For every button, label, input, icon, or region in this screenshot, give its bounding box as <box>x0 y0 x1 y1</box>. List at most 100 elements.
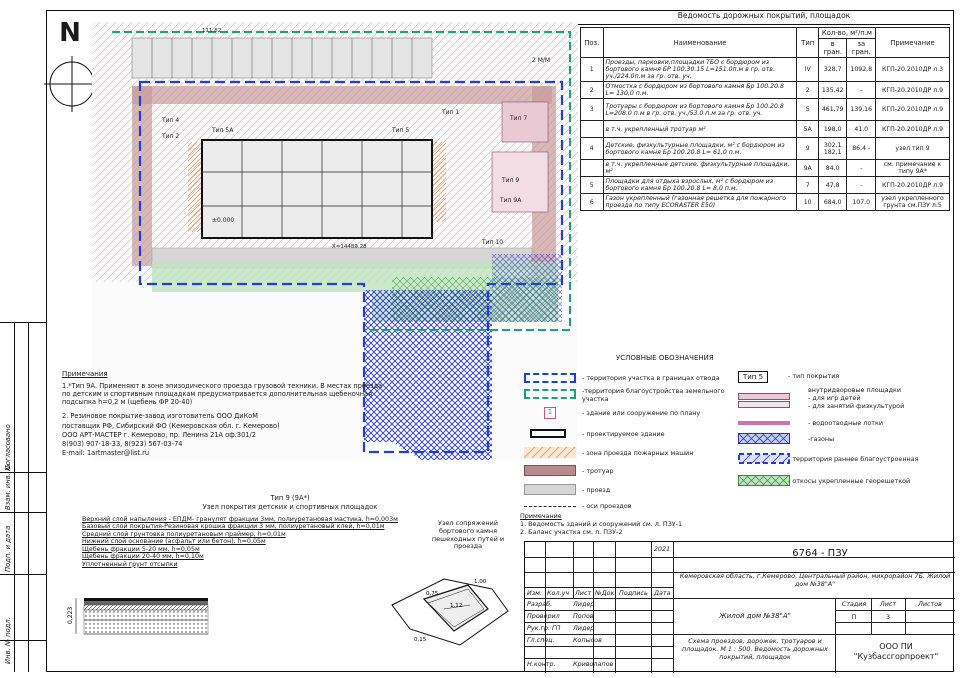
tb-code: 6764 - ПЗУ <box>792 548 848 559</box>
stamp-replace: Взам. инв. № <box>4 463 12 510</box>
tb-col: Лист <box>575 589 592 597</box>
note-item: E-mail: 1artmaster@list.ru <box>62 449 150 458</box>
road-cell-out: 139,16 <box>846 98 877 121</box>
tb-stage: П <box>851 613 857 621</box>
tb-role: Проверил <box>527 612 560 620</box>
note-item: ООО АРТ-МАСТЕР г. Кемерово, пр. Ленина 2… <box>62 430 256 439</box>
road-cell-note: КГП-20.2010ДР л.3 <box>875 57 950 82</box>
svg-text:Тип 4: Тип 4 <box>161 117 179 124</box>
road-cell-in: 684,0 <box>817 193 848 211</box>
tb-sheet-label: Лист <box>879 600 897 608</box>
note-item: 8(903) 907-18-33, 8(923) 567-03-74 <box>62 440 183 449</box>
road-cell-pos: 3 <box>580 98 604 121</box>
tb-line <box>525 634 955 635</box>
stamp-inventory: Инв. № подл. <box>4 617 12 664</box>
tb-sheet: 3 <box>885 613 891 621</box>
legend-swatch <box>738 401 790 408</box>
svg-text:Тип 7: Тип 7 <box>509 115 527 122</box>
node-dim: 0,15 <box>414 637 427 643</box>
tb-person: Криволапов <box>573 660 614 668</box>
legend-swatch <box>524 447 576 458</box>
svg-text:Тип 10: Тип 10 <box>481 239 503 246</box>
layer-item: Щебень фракции 5-20 мм, h=0,05м <box>82 545 200 553</box>
legend-label: - тип покрытия <box>788 372 840 380</box>
legend-swatch <box>524 465 576 476</box>
layer-item: Уплотненный грунт отсыпки <box>82 560 178 568</box>
col-qty: Кол-во, м²/п.м <box>817 27 877 39</box>
legend-swatch <box>738 393 790 400</box>
legend-label: - проектируемое здание <box>582 430 665 438</box>
road-cell-in: 302,1 182,1 <box>817 137 848 160</box>
road-cell-note: см. примечание к типу 9А* <box>875 159 950 177</box>
layer-list: Верхний слой напыления - ЕПДМ- гранулят … <box>82 516 412 568</box>
road-cell-type: 9А <box>796 159 819 177</box>
legend-title: УСЛОВНЫЕ ОБОЗНАЧЕНИЯ <box>616 354 714 362</box>
road-cell-note: КГП-20.2010ДР л.9 <box>875 98 950 121</box>
road-cell-pos <box>580 159 604 177</box>
tb-stage-label: Стадия <box>841 600 867 608</box>
road-cell-in: 135,42 <box>817 81 848 99</box>
tb-line <box>835 622 955 623</box>
notes-header: Примечания <box>62 370 108 378</box>
svg-text:Тип 9А: Тип 9А <box>499 197 522 204</box>
plan-elevation-label: 111.82 <box>202 28 221 34</box>
road-cell-out: 86,4 - <box>846 137 877 160</box>
layer-item: Нижний слой основание (асфальт или бетон… <box>82 538 266 546</box>
legend-label: - водоотводные лотки <box>808 419 883 427</box>
tb-col: Дата <box>654 589 671 597</box>
tb-role: Н.контр. <box>527 660 556 668</box>
legend-swatch <box>738 433 790 444</box>
road-cell-pos <box>580 120 604 138</box>
legend-label: - здание или сооружение по плану <box>582 409 701 417</box>
road-table-row: 2 Отмостка с бордюром из бортового камня … <box>580 81 950 99</box>
road-cell-note: узел укрепленного грунта см.ПЗУ л.5 <box>875 193 950 211</box>
layer-section-drawing: 0,223 <box>67 598 209 635</box>
road-table-row: 1 Проезды, парковки,площадки ТБО с бордюр… <box>580 57 950 82</box>
road-table-row: в т.ч. укрепленный тротуар м² 5А 198,0 41,0… <box>580 120 950 138</box>
side-divider <box>28 322 29 672</box>
legend-label: - откосы укрепленные георешеткой <box>788 477 911 485</box>
col-type: Тип <box>796 27 819 58</box>
col-qty-out: за гран. <box>846 38 877 58</box>
tb-role: Рук.гр. ГП <box>527 624 561 632</box>
legend-swatch <box>524 389 576 399</box>
tb-object: Жилой дом №38"А" <box>719 612 791 620</box>
tb-line <box>525 598 955 599</box>
road-cell-type: 5А <box>796 120 819 138</box>
col-pos: Поз. <box>580 27 604 58</box>
road-cell-out: - <box>846 81 877 99</box>
road-cell-type: 9 <box>796 137 819 160</box>
layer-title: Тип 9 (9А*) <box>270 494 310 502</box>
tb-sheets-label: Листов <box>918 600 942 608</box>
road-cell-in: 328,7 <box>817 57 848 82</box>
road-cell-pos: 6 <box>580 193 604 211</box>
legend-label: -территория благоустройства земельного у… <box>582 387 725 403</box>
road-cell-pos: 1 <box>580 57 604 82</box>
road-table-row: 6 Газон укрепленный (газонная решетка для… <box>580 193 950 211</box>
road-cell-type: 2 <box>796 81 819 99</box>
legend-swatch <box>524 484 576 495</box>
road-table-row: 5 Площадки для отдыха взрослых, м² с борд… <box>580 176 950 194</box>
road-cell-name: Отмостка с бордюром из бортового камня Б… <box>602 81 798 99</box>
svg-text:Тип 1: Тип 1 <box>441 109 459 116</box>
svg-text:2 М/М: 2 М/М <box>532 57 550 64</box>
road-surfaces-table: Поз. Наименование Тип Кол-во, м²/п.м При… <box>580 27 950 211</box>
legend-swatch <box>738 475 790 486</box>
svg-text:Тип 2: Тип 2 <box>161 133 179 140</box>
tb-location: Кемеровская область, г.Кемерово, Централ… <box>679 572 951 588</box>
col-name: Наименование <box>602 27 798 58</box>
note-item: 2. Резиновое покрытие-завод изготовитель… <box>62 412 258 421</box>
road-cell-out: 1092,8 <box>846 57 877 82</box>
road-table-row: 4 Детские, физкультурные площадки, м² с б… <box>580 137 950 160</box>
road-cell-name: Детские, физкультурные площадки, м² с бо… <box>602 137 798 160</box>
road-cell-in: 47,8 <box>817 176 848 194</box>
road-cell-out: - <box>846 159 877 177</box>
legend-label: - проезд <box>582 486 611 494</box>
road-cell-pos: 5 <box>580 176 604 194</box>
legend-label: - территория участка в границах отвода <box>582 374 720 382</box>
legend-label: - территория раннее благоустроенная <box>788 455 919 463</box>
tb-col: Изм. <box>527 589 543 597</box>
svg-text:Тип 5: Тип 5 <box>391 127 409 134</box>
legend-number-sample: 1 <box>544 407 556 419</box>
svg-text:Тип 5А: Тип 5А <box>211 127 234 134</box>
